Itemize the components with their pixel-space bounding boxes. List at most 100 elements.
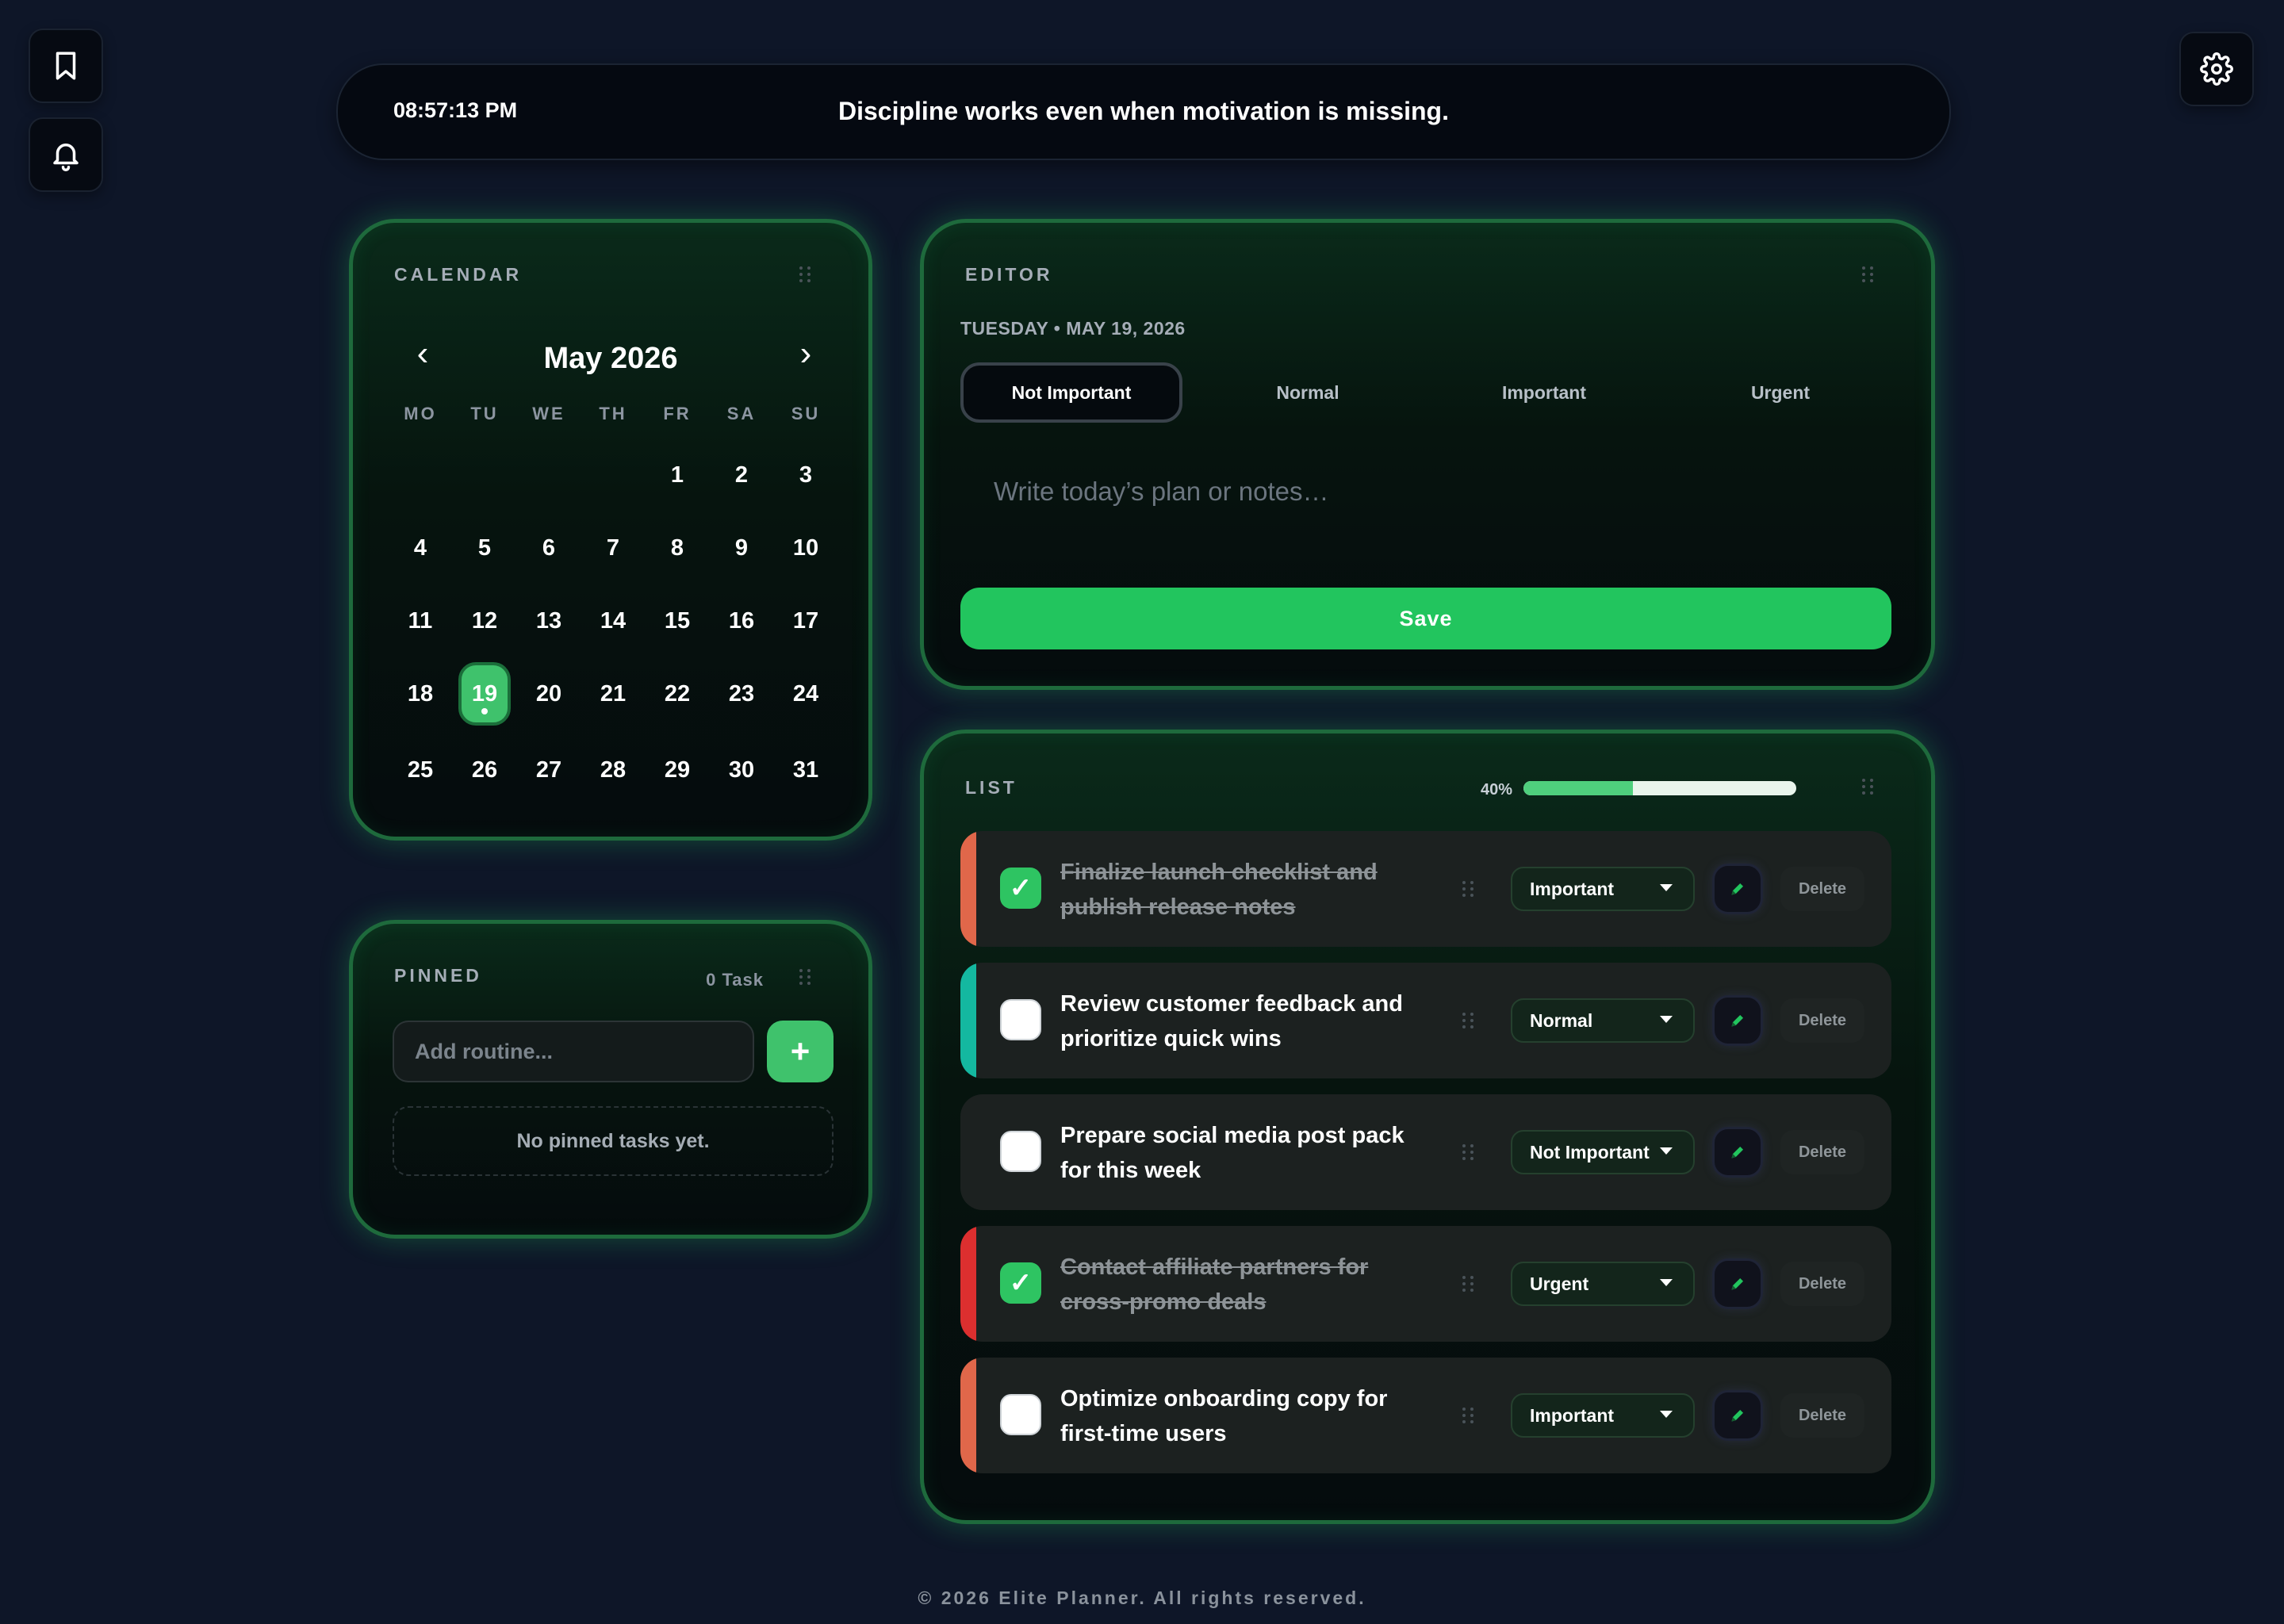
add-routine-button[interactable]: + (767, 1021, 834, 1082)
task-title-line: Prepare social media post pack (1060, 1123, 1405, 1148)
calendar-day[interactable]: 23 (715, 662, 768, 726)
bookmark-button[interactable] (29, 29, 103, 103)
task-title-line: for this week (1060, 1158, 1201, 1183)
priority-tab[interactable]: Urgent (1669, 362, 1891, 423)
list-drag-handle[interactable] (1860, 778, 1876, 795)
task-drag-handle[interactable] (1460, 880, 1476, 898)
calendar-day-number: 20 (535, 680, 562, 707)
task-drag-handle[interactable] (1460, 1407, 1476, 1424)
pencil-icon (1731, 1409, 1744, 1422)
editor-drag-handle[interactable] (1860, 266, 1876, 283)
notifications-button[interactable] (29, 117, 103, 192)
priority-accent-bar (960, 1358, 976, 1473)
task-checkbox[interactable] (1000, 999, 1041, 1040)
calendar-day-number: 3 (799, 462, 813, 488)
calendar-day[interactable]: 29 (651, 738, 703, 802)
task-priority-select[interactable]: Urgent (1511, 1262, 1695, 1306)
calendar-day[interactable]: 31 (780, 738, 832, 802)
bell-icon (53, 144, 79, 171)
calendar-day[interactable]: 26 (458, 738, 511, 802)
add-routine-input[interactable] (393, 1021, 754, 1082)
task-drag-handle[interactable] (1460, 1143, 1476, 1161)
calendar-day[interactable]: 6 (523, 516, 575, 580)
calendar-day[interactable]: 15 (651, 589, 703, 653)
calendar-day-number: 13 (535, 607, 562, 634)
calendar-day-number: 6 (542, 534, 556, 561)
calendar-day[interactable]: 14 (587, 589, 639, 653)
editor-date: TUESDAY • MAY 19, 2026 (960, 318, 1186, 339)
task-priority-select[interactable]: Important (1511, 867, 1695, 911)
calendar-day[interactable]: 17 (780, 589, 832, 653)
task-title-line: first-time users (1060, 1421, 1227, 1446)
calendar-day[interactable]: 7 (587, 516, 639, 580)
task-title-line: prioritize quick wins (1060, 1026, 1282, 1051)
task-priority-value: Urgent (1530, 1273, 1589, 1294)
calendar-day-number: 22 (664, 680, 691, 707)
pencil-icon (1731, 1014, 1744, 1027)
calendar-day[interactable]: 25 (394, 738, 446, 802)
save-button[interactable]: Save (960, 588, 1891, 649)
weekday-label: TH (599, 404, 627, 423)
calendar-day-number: 7 (606, 534, 620, 561)
calendar-day[interactable]: 27 (523, 738, 575, 802)
pinned-title: PINNED (394, 965, 482, 986)
calendar-day[interactable]: 10 (780, 516, 832, 580)
calendar-day[interactable]: 11 (394, 589, 446, 653)
calendar-day[interactable]: 1 (651, 443, 703, 507)
delete-task-button[interactable]: Delete (1780, 1130, 1864, 1174)
task-checkbox[interactable]: ✓ (1000, 1262, 1041, 1304)
calendar-day[interactable]: 28 (587, 738, 639, 802)
calendar-day-selected[interactable]: 19 (458, 662, 511, 726)
delete-task-button[interactable]: Delete (1780, 1262, 1864, 1306)
calendar-day[interactable]: 30 (715, 738, 768, 802)
calendar-day[interactable]: 21 (587, 662, 639, 726)
edit-task-button[interactable] (1712, 1390, 1763, 1441)
delete-task-button[interactable]: Delete (1780, 1393, 1864, 1438)
settings-button[interactable] (2179, 32, 2254, 106)
calendar-day[interactable]: 9 (715, 516, 768, 580)
calendar-day[interactable]: 13 (523, 589, 575, 653)
task-checkbox[interactable] (1000, 1394, 1041, 1435)
task-priority-select[interactable]: Important (1511, 1393, 1695, 1438)
calendar-day[interactable]: 16 (715, 589, 768, 653)
task-drag-handle[interactable] (1460, 1275, 1476, 1293)
pinned-drag-handle[interactable] (797, 968, 813, 986)
calendar-day[interactable]: 22 (651, 662, 703, 726)
calendar-day-number: 16 (728, 607, 755, 634)
calendar-day-number: 4 (413, 534, 427, 561)
calendar-day[interactable]: 20 (523, 662, 575, 726)
task-priority-select[interactable]: Normal (1511, 998, 1695, 1043)
task-priority-select[interactable]: Not Important (1511, 1130, 1695, 1174)
calendar-day[interactable]: 3 (780, 443, 832, 507)
notes-textarea[interactable] (960, 461, 1891, 572)
delete-task-button[interactable]: Delete (1780, 998, 1864, 1043)
priority-tab[interactable]: Not Important (960, 362, 1182, 423)
priority-accent-bar (960, 831, 976, 947)
priority-tab[interactable]: Important (1433, 362, 1655, 423)
calendar-drag-handle[interactable] (797, 266, 813, 283)
task-checkbox[interactable]: ✓ (1000, 868, 1041, 909)
next-month-button[interactable]: › (786, 334, 826, 373)
edit-task-button[interactable] (1712, 1258, 1763, 1309)
priority-tab[interactable]: Normal (1197, 362, 1419, 423)
task-drag-handle[interactable] (1460, 1012, 1476, 1029)
edit-task-button[interactable] (1712, 864, 1763, 914)
edit-task-button[interactable] (1712, 995, 1763, 1046)
calendar-day-number: 10 (792, 534, 819, 561)
calendar-day[interactable]: 24 (780, 662, 832, 726)
calendar-day[interactable]: 4 (394, 516, 446, 580)
calendar-day[interactable]: 18 (394, 662, 446, 726)
calendar-day[interactable]: 8 (651, 516, 703, 580)
caret-down-icon (1660, 1147, 1673, 1155)
calendar-day[interactable]: 2 (715, 443, 768, 507)
task-checkbox[interactable] (1000, 1131, 1041, 1172)
delete-task-button[interactable]: Delete (1780, 867, 1864, 911)
edit-task-button[interactable] (1712, 1127, 1763, 1178)
calendar-day-number: 23 (728, 680, 755, 707)
calendar-day[interactable]: 5 (458, 516, 511, 580)
grip-dots-icon (1462, 881, 1473, 897)
calendar-day[interactable]: 12 (458, 589, 511, 653)
grip-dots-icon (1462, 1276, 1473, 1292)
task-title: Contact affiliate partners for cross-prom… (1060, 1250, 1425, 1320)
calendar-day-number: 29 (664, 756, 691, 783)
